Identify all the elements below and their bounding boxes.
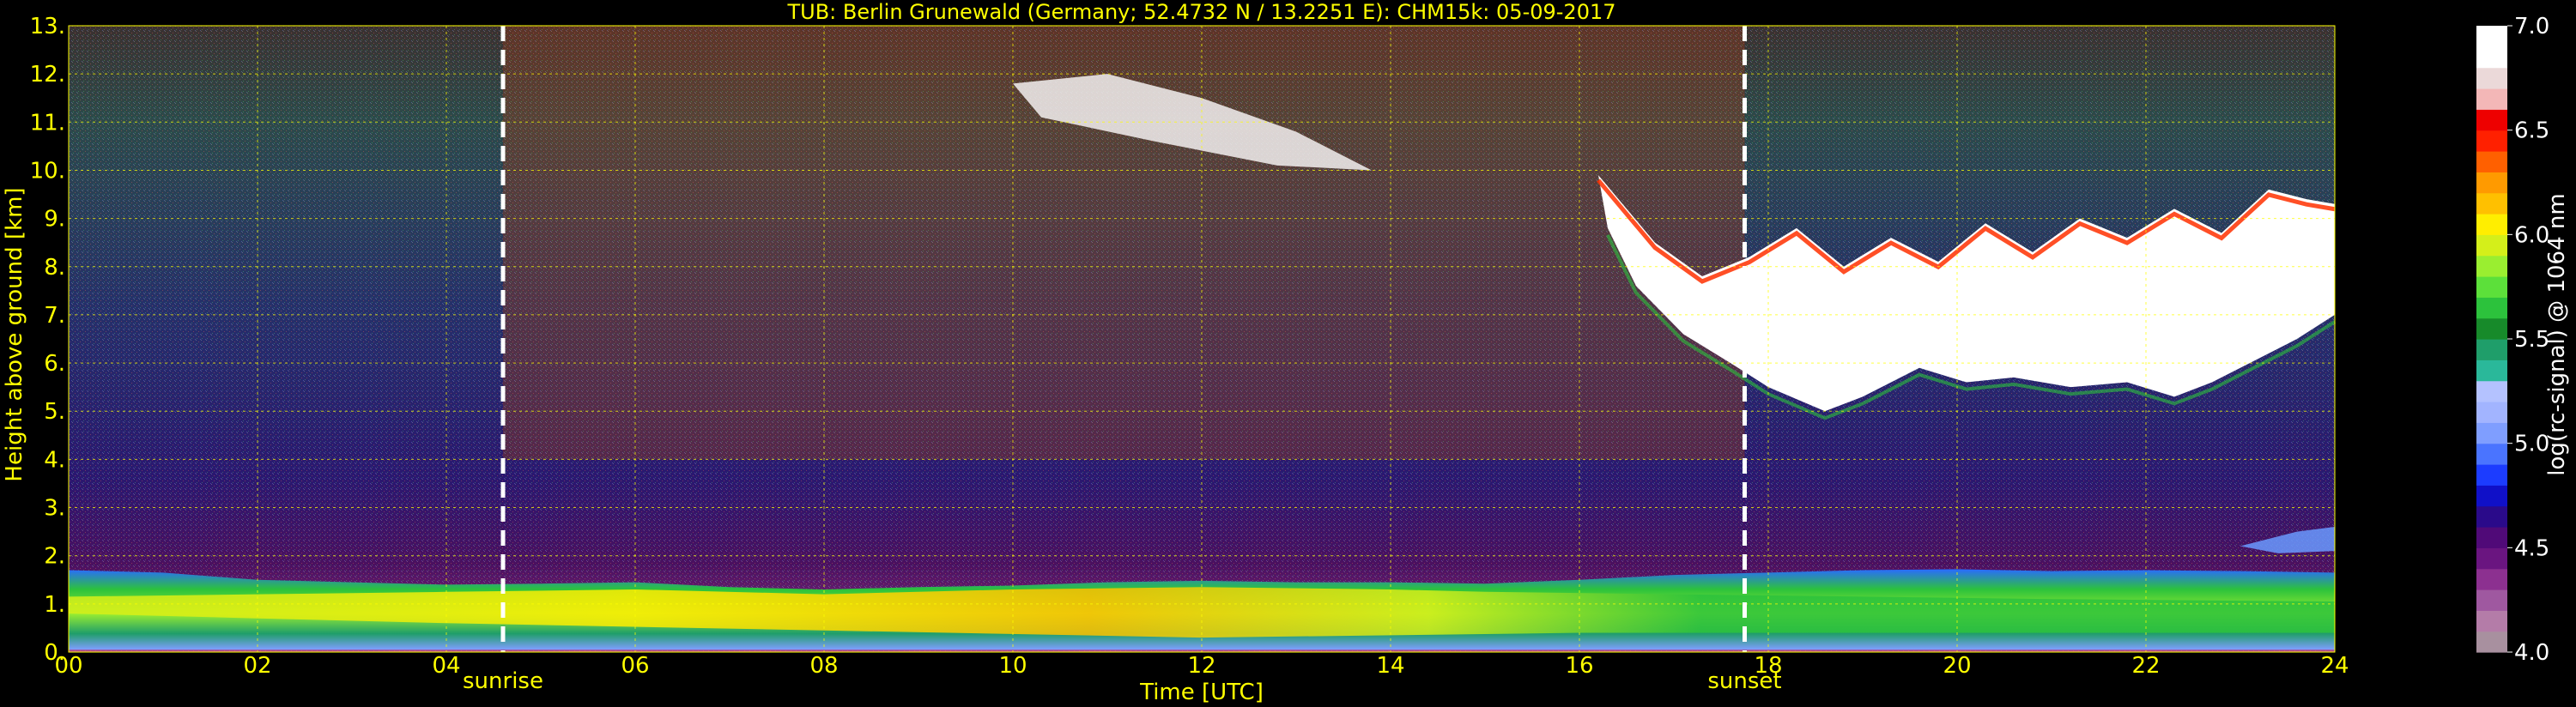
colorbar-swatch	[2476, 402, 2507, 423]
colorbar-swatch	[2476, 505, 2507, 528]
chart-title: TUB: Berlin Grunewald (Germany; 52.4732 …	[786, 0, 1615, 24]
y-tick-label: 7.	[44, 303, 65, 329]
x-tick-label: 12	[1187, 653, 1215, 679]
colorbar-swatch	[2476, 464, 2507, 486]
colorbar-swatch	[2476, 109, 2507, 131]
x-tick-label: 18	[1754, 653, 1782, 679]
y-tick-label: 8.	[44, 255, 65, 281]
colorbar-swatch	[2476, 46, 2507, 69]
colorbar-tick-label: 4.5	[2514, 535, 2549, 561]
colorbar-swatch	[2476, 339, 2507, 360]
colorbar-swatch	[2476, 631, 2507, 653]
colorbar-swatch	[2476, 67, 2507, 89]
colorbar-swatch	[2476, 26, 2507, 47]
sunrise-label: sunrise	[463, 668, 543, 694]
colorbar-swatch	[2476, 234, 2507, 257]
x-tick-labels: 00 02 04 06 08 10 12 14 16 18 20 22 24	[54, 653, 2349, 679]
y-tick-labels: 0.1.2.3.4.5.6.7.8.9.10.11.12.13.	[30, 14, 65, 666]
y-tick-label: 2.	[44, 544, 65, 570]
lidar-chart: sunrise sunset 0.1.2.3.4.5.6.7.8.9.10.11.…	[2, 0, 2570, 705]
colorbar-swatch	[2476, 255, 2507, 277]
colorbar-swatch	[2476, 214, 2507, 235]
x-tick-label: 20	[1943, 653, 1971, 679]
colorbar-swatch	[2476, 422, 2507, 444]
colorbar-swatch	[2476, 610, 2507, 632]
x-tick-label: 22	[2131, 653, 2160, 679]
colorbar-swatch	[2476, 360, 2507, 382]
colorbar-swatch	[2476, 527, 2507, 548]
colorbar-swatch	[2476, 547, 2507, 570]
x-tick-label: 08	[809, 653, 838, 679]
y-tick-label: 3.	[44, 496, 65, 522]
x-tick-label: 06	[621, 653, 649, 679]
y-tick-label: 10.	[30, 158, 65, 184]
colorbar-tick-label: 6.5	[2514, 118, 2549, 144]
x-tick-label: 24	[2320, 653, 2349, 679]
colorbar-tick-labels: 4.04.55.05.56.06.57.0	[2507, 14, 2549, 666]
colorbar-tick-label: 4.0	[2514, 640, 2549, 666]
y-tick-label: 12.	[30, 62, 65, 88]
y-tick-label: 6.	[44, 351, 65, 377]
colorbar-swatch	[2476, 589, 2507, 611]
colorbar-tick-label: 7.0	[2514, 14, 2549, 39]
y-axis-label: Height above ground [km]	[2, 187, 27, 481]
y-tick-label: 5.	[44, 399, 65, 425]
colorbar-swatch	[2476, 297, 2507, 319]
colorbar-swatch	[2476, 88, 2507, 110]
x-tick-label: 02	[243, 653, 271, 679]
x-tick-label: 16	[1565, 653, 1593, 679]
colorbar-swatch	[2476, 485, 2507, 507]
x-tick-label: 00	[54, 653, 82, 679]
y-tick-label: 1.	[44, 592, 65, 618]
colorbar-swatch	[2476, 130, 2507, 152]
x-tick-label: 10	[998, 653, 1027, 679]
colorbar-swatch	[2476, 151, 2507, 172]
x-tick-label: 14	[1376, 653, 1404, 679]
x-axis-label: Time [UTC]	[1139, 680, 1264, 705]
y-tick-label: 9.	[44, 207, 65, 233]
x-tick-label: 04	[432, 653, 460, 679]
colorbar-swatch	[2476, 172, 2507, 194]
y-tick-label: 11.	[30, 110, 65, 136]
y-tick-label: 13.	[30, 14, 65, 39]
colorbar-swatch	[2476, 380, 2507, 402]
y-tick-label: 4.	[44, 447, 65, 473]
colorbar-swatch	[2476, 317, 2507, 340]
colorbar-swatch	[2476, 443, 2507, 465]
colorbar-swatch	[2476, 276, 2507, 298]
colorbar-swatch	[2476, 192, 2507, 215]
colorbar-label: log(rc-signal) @ 1064 nm	[2544, 193, 2570, 475]
colorbar	[2476, 26, 2507, 653]
colorbar-swatch	[2476, 568, 2507, 590]
